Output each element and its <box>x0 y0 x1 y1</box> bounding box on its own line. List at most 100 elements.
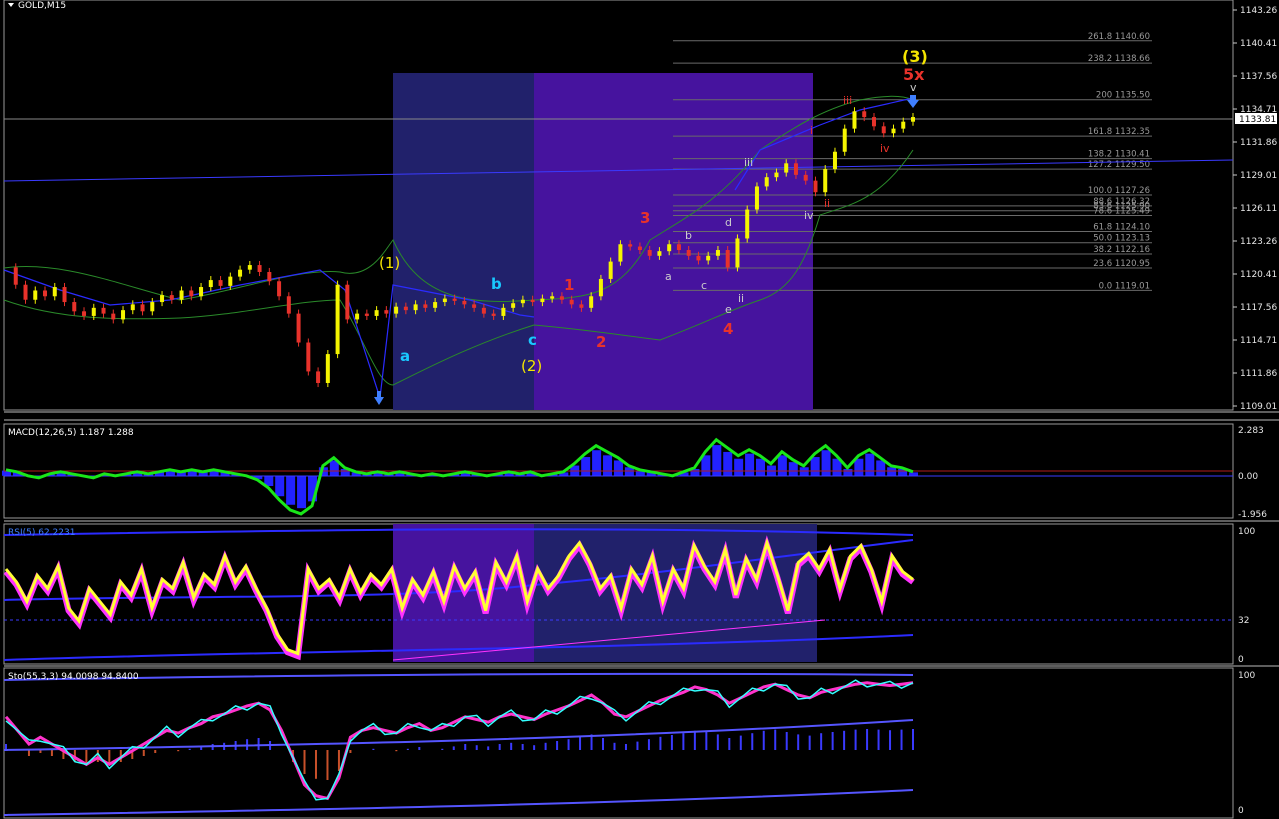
price-tick-label: 1117.56 <box>1240 303 1277 313</box>
sto-bar <box>785 732 788 750</box>
sto-bar <box>326 750 329 780</box>
candle-body <box>62 287 67 303</box>
candle-body <box>774 172 779 178</box>
candle-body <box>72 302 77 312</box>
macd-tick-bottom: -1.956 <box>1238 510 1267 520</box>
candle-body <box>345 284 350 320</box>
fib-label: 61.8 1124.10 <box>1093 223 1150 233</box>
candle-body <box>501 307 506 316</box>
macd-bar <box>756 458 766 476</box>
sto-bar <box>521 744 524 750</box>
sto-bar <box>498 744 501 750</box>
sto-bar <box>682 733 685 750</box>
macd-tick-top: 2.283 <box>1238 426 1264 436</box>
macd-bar <box>876 460 886 476</box>
candle-body <box>208 280 213 288</box>
sto-bar <box>200 747 203 750</box>
chart-title: GOLD,M15 <box>18 1 66 11</box>
macd-line <box>5 437 914 516</box>
candle-body <box>199 287 204 297</box>
chart-canvas: 261.8 1140.60238.2 1138.66200 1135.50161… <box>2 0 1279 819</box>
candle-body <box>823 169 828 193</box>
candle-body <box>686 250 691 256</box>
price-axis: 1143.261140.411137.561134.711131.861129.… <box>1233 6 1277 412</box>
candle-body <box>121 310 126 320</box>
wave-label-c: c <box>528 331 537 349</box>
sto-bar <box>154 750 157 753</box>
wave-label-small-a: a <box>665 270 672 283</box>
sto-bar <box>670 735 673 750</box>
macd-bar <box>701 455 711 476</box>
sto-bar <box>647 739 650 750</box>
macd-bar <box>887 467 897 476</box>
sto-bar <box>659 736 662 750</box>
sto-bar <box>912 729 914 750</box>
sto-bar <box>475 745 478 750</box>
fib-label: 23.6 1120.95 <box>1093 259 1150 269</box>
candle-body <box>325 354 330 383</box>
down-arrow-icon <box>907 95 919 108</box>
wave-label-red-1: 1 <box>564 276 574 294</box>
candle-body <box>637 246 642 251</box>
macd-bar <box>777 455 787 476</box>
macd-bar <box>286 475 296 505</box>
sto-bar <box>177 750 180 752</box>
candle-body <box>160 295 165 303</box>
candle-body <box>901 121 906 129</box>
candle-body <box>296 313 301 343</box>
wave-label-b: b <box>491 275 502 293</box>
candle-body <box>657 251 662 256</box>
candle-body <box>706 255 711 261</box>
sto-bar <box>843 730 846 750</box>
candle-body <box>569 299 574 305</box>
sto-bar <box>567 739 570 750</box>
candle-body <box>335 284 340 355</box>
sto-bar <box>533 745 536 750</box>
price-tick-label: 1109.01 <box>1240 402 1277 412</box>
candle-body <box>286 296 291 314</box>
macd-bar <box>613 460 623 476</box>
candle-body <box>462 300 467 305</box>
dropdown-triangle-icon[interactable] <box>8 3 14 7</box>
candle-body <box>316 371 321 383</box>
sto-bar <box>257 738 260 750</box>
sto-panel-border <box>3 667 1234 819</box>
sto-upper-line <box>3 672 914 681</box>
candle-body <box>618 244 623 262</box>
sto-bar <box>556 741 559 750</box>
candle-body <box>140 304 145 312</box>
sto-bar <box>797 734 800 750</box>
candle-body <box>520 299 525 304</box>
sto-bar <box>889 730 892 750</box>
rsi-tick-32: 32 <box>1238 616 1249 626</box>
candle-body <box>33 290 38 300</box>
price-tick-label: 1143.26 <box>1240 6 1277 16</box>
candle-body <box>862 111 867 118</box>
rsi-tick-100: 100 <box>1238 527 1255 537</box>
sto-bar <box>728 738 731 750</box>
macd-bar <box>865 453 875 476</box>
sto-bar <box>636 741 639 750</box>
candle-body <box>793 163 798 175</box>
candle-body <box>745 209 750 239</box>
candle-body <box>267 271 272 282</box>
sto-title: Sto(55,3,3) 94.0098 94.8400 <box>8 672 139 682</box>
macd-bar <box>297 475 307 509</box>
candle-body <box>764 177 769 187</box>
candle-body <box>735 238 740 268</box>
sto-bar <box>27 750 30 756</box>
macd-bar <box>810 457 820 476</box>
sto-bar <box>602 738 605 750</box>
candle-body <box>355 313 360 320</box>
candle-body <box>579 304 584 308</box>
candle-body <box>803 174 808 181</box>
candle-body <box>101 307 106 314</box>
wave-label-small-c: c <box>701 279 707 292</box>
macd-bar <box>592 450 602 476</box>
sto-bar <box>705 732 708 750</box>
candle-body <box>23 284 28 300</box>
candle-body <box>169 295 174 300</box>
macd-bar <box>745 453 755 476</box>
sto-bar <box>406 748 409 750</box>
candle-body <box>413 304 418 311</box>
